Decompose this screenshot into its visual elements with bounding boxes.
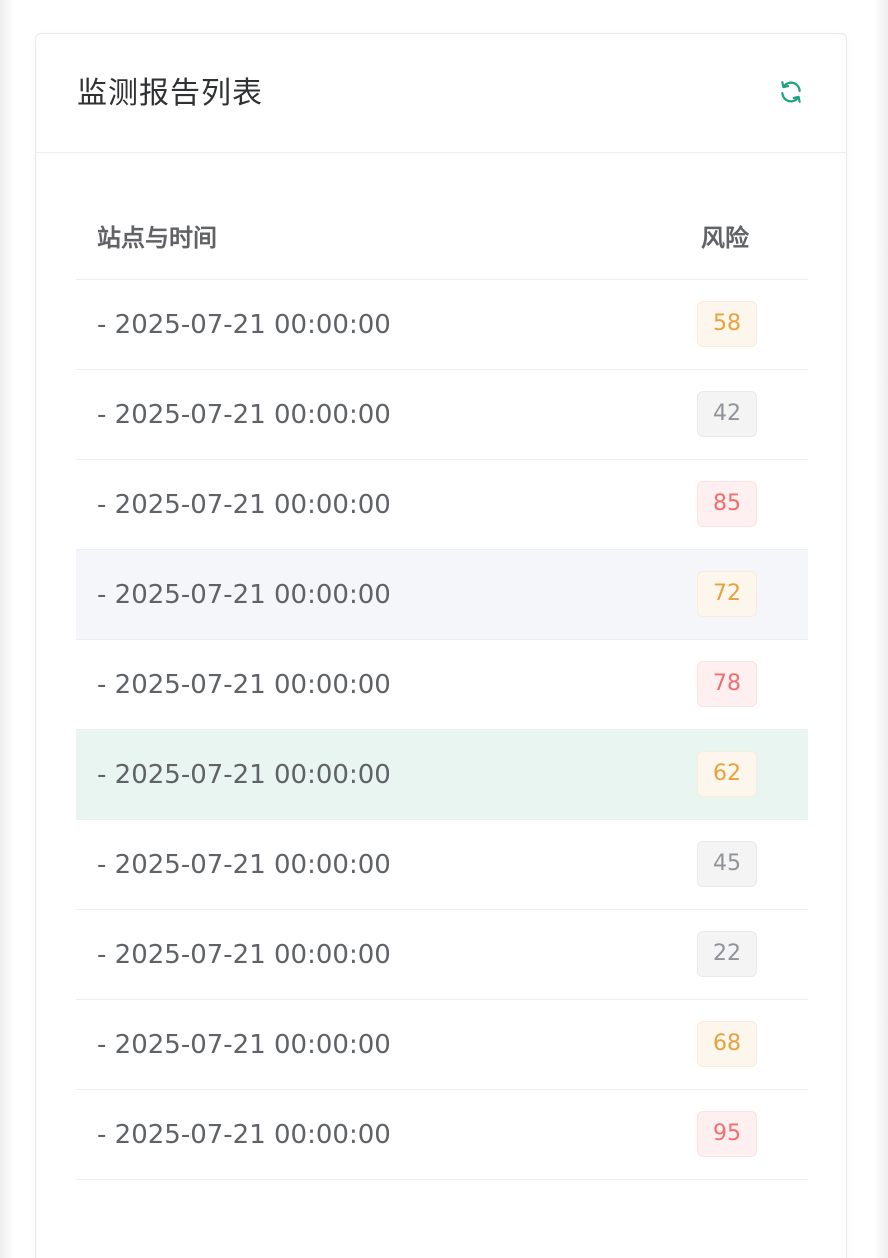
column-header-site-time: 站点与时间 [97,224,217,252]
risk-badge: 45 [697,841,757,887]
table-row[interactable]: - 2025-07-21 00:00:00 22 [76,910,808,1000]
risk-badge: 95 [697,1111,757,1157]
site-time-cell: - 2025-07-21 00:00:00 [97,1030,391,1060]
risk-badge: 42 [697,391,757,437]
risk-badge: 68 [697,1021,757,1067]
report-table: 站点与时间 风险 - 2025-07-21 00:00:00 58- 2025-0… [76,191,808,1180]
risk-badge: 85 [697,481,757,527]
site-time-cell: - 2025-07-21 00:00:00 [97,670,391,700]
site-time-cell: - 2025-07-21 00:00:00 [97,580,391,610]
table-row[interactable]: - 2025-07-21 00:00:00 45 [76,820,808,910]
risk-badge: 22 [697,931,757,977]
table-row[interactable]: - 2025-07-21 00:00:00 58 [76,280,808,370]
table-body: - 2025-07-21 00:00:00 58- 2025-07-21 00:0… [76,280,808,1180]
table-row[interactable]: - 2025-07-21 00:00:00 72 [76,550,808,640]
table-row[interactable]: - 2025-07-21 00:00:00 62 [76,730,808,820]
report-list-card: 监测报告列表 站点与时间 风险 - 2025-07-21 00:00:00 58-… [35,33,847,1258]
table-row[interactable]: - 2025-07-21 00:00:00 85 [76,460,808,550]
page: 监测报告列表 站点与时间 风险 - 2025-07-21 00:00:00 58-… [0,0,888,1258]
site-time-cell: - 2025-07-21 00:00:00 [97,400,391,430]
table-header: 站点与时间 风险 [76,191,808,280]
column-header-risk: 风险 [701,224,749,252]
table-row[interactable]: - 2025-07-21 00:00:00 95 [76,1090,808,1180]
site-time-cell: - 2025-07-21 00:00:00 [97,1120,391,1150]
risk-badge: 78 [697,661,757,707]
risk-badge: 72 [697,571,757,617]
site-time-cell: - 2025-07-21 00:00:00 [97,310,391,340]
site-time-cell: - 2025-07-21 00:00:00 [97,940,391,970]
card-title: 监测报告列表 [77,76,263,111]
risk-badge: 62 [697,751,757,797]
table-row[interactable]: - 2025-07-21 00:00:00 78 [76,640,808,730]
risk-badge: 58 [697,301,757,347]
table-row[interactable]: - 2025-07-21 00:00:00 68 [76,1000,808,1090]
refresh-icon[interactable] [778,79,804,105]
site-time-cell: - 2025-07-21 00:00:00 [97,850,391,880]
site-time-cell: - 2025-07-21 00:00:00 [97,490,391,520]
card-header: 监测报告列表 [36,34,846,153]
site-time-cell: - 2025-07-21 00:00:00 [97,760,391,790]
table-row[interactable]: - 2025-07-21 00:00:00 42 [76,370,808,460]
